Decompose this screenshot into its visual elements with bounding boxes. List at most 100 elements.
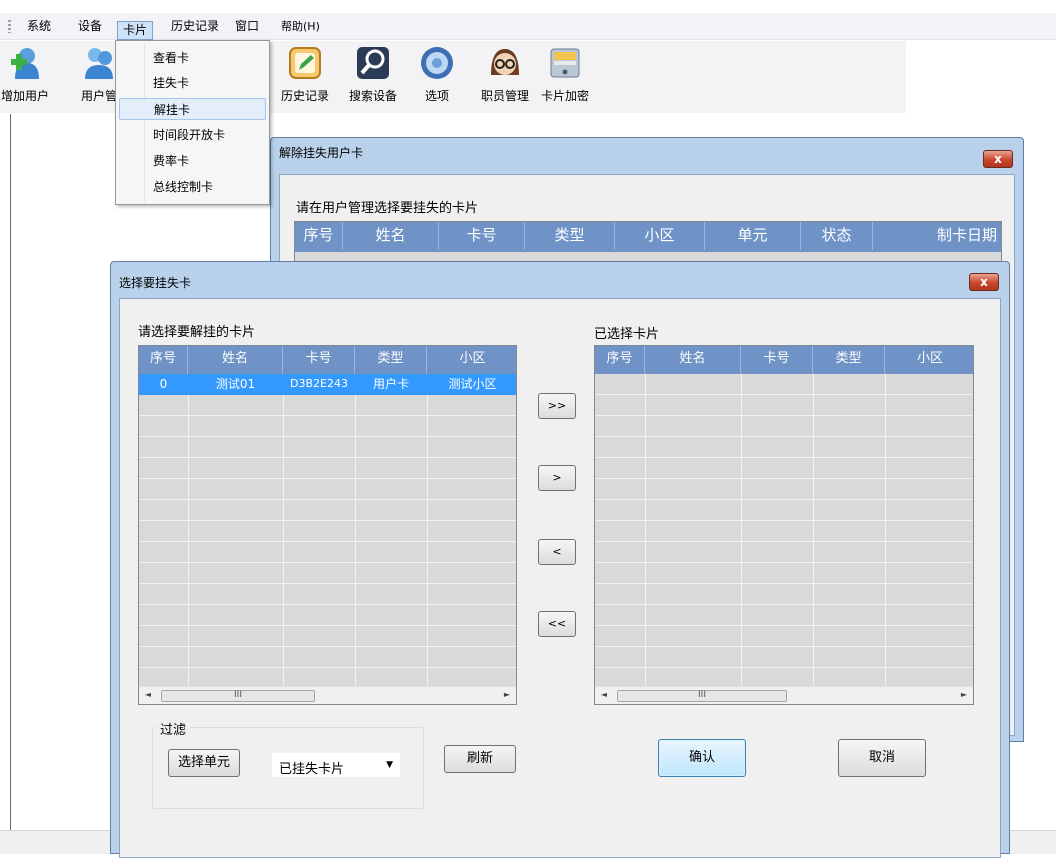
column-header[interactable]: 制卡日期 xyxy=(873,222,1001,250)
move-all-left-button[interactable]: << xyxy=(538,611,576,637)
menu-item-bus-control-card[interactable]: 总线控制卡 xyxy=(119,176,266,198)
column-header[interactable]: 卡号 xyxy=(439,222,525,250)
cell-name: 测试01 xyxy=(215,377,256,391)
unlock-card-dialog-title: 解除挂失用户卡 xyxy=(279,146,364,160)
horizontal-scrollbar[interactable]: ◄ III ► xyxy=(595,686,973,704)
toolbar-label: 搜索设备 xyxy=(348,89,397,103)
toolbar-staff-button[interactable]: 职员管理 xyxy=(474,45,536,104)
column-header[interactable]: 序号 xyxy=(595,346,645,374)
refresh-button[interactable]: 刷新 xyxy=(444,745,516,773)
column-header[interactable]: 小区 xyxy=(885,346,973,374)
scroll-right-icon[interactable]: ► xyxy=(501,689,513,701)
table-row[interactable] xyxy=(139,479,516,500)
menu-history[interactable]: 历史记录 xyxy=(166,18,224,37)
table-row[interactable] xyxy=(595,563,973,584)
table-row[interactable] xyxy=(139,521,516,542)
scroll-left-icon[interactable]: ◄ xyxy=(598,689,610,701)
move-left-button[interactable]: < xyxy=(538,539,576,565)
scroll-right-icon[interactable]: ► xyxy=(958,689,970,701)
chevron-down-icon[interactable]: ▼ xyxy=(386,760,393,770)
toolbar-card-encrypt-button[interactable]: 卡片加密 xyxy=(540,45,590,104)
available-cards-table: 序号 姓名 卡号 类型 小区 0 测试01 D3B2E243 用户卡 测试小区 xyxy=(138,345,517,705)
table-row[interactable] xyxy=(139,458,516,479)
menu-item-rate-card[interactable]: 费率卡 xyxy=(119,150,266,172)
column-header[interactable]: 姓名 xyxy=(343,222,439,250)
column-header[interactable]: 单元 xyxy=(705,222,801,250)
add-user-icon xyxy=(7,45,43,81)
toolbar-label: 选项 xyxy=(424,89,449,103)
main-area-border xyxy=(10,114,11,830)
select-card-dialog-title: 选择要挂失卡 xyxy=(119,276,192,290)
table-row[interactable] xyxy=(595,521,973,542)
select-card-dialog-body: 请选择要解挂的卡片 已选择卡片 序号 姓名 卡号 类型 小区 0 测试01 D3… xyxy=(119,298,1001,858)
select-unit-button[interactable]: 选择单元 xyxy=(168,749,240,777)
toolbar-add-user-button[interactable]: 增加用户 xyxy=(0,45,50,104)
filter-combo[interactable]: 已挂失卡片 ▼ xyxy=(272,753,400,777)
table-header: 序号 姓名 卡号 类型 小区 xyxy=(139,346,516,374)
selected-cards-table: 序号 姓名 卡号 类型 小区 ◄ III ► xyxy=(594,345,974,705)
column-header[interactable]: 姓名 xyxy=(645,346,741,374)
table-row[interactable] xyxy=(139,584,516,605)
table-row[interactable] xyxy=(595,584,973,605)
table-row[interactable] xyxy=(139,542,516,563)
horizontal-scrollbar[interactable]: ◄ III ► xyxy=(139,686,516,704)
move-all-right-button[interactable]: >> xyxy=(538,393,576,419)
cell-type: 用户卡 xyxy=(372,377,409,391)
menu-system[interactable]: 系统 xyxy=(22,18,56,37)
cancel-button[interactable]: 取消 xyxy=(838,739,926,777)
menu-item-time-open-card[interactable]: 时间段开放卡 xyxy=(119,124,266,146)
column-header[interactable]: 卡号 xyxy=(283,346,355,374)
scroll-thumb[interactable]: III xyxy=(617,690,787,702)
table-row[interactable] xyxy=(139,395,516,416)
menu-device[interactable]: 设备 xyxy=(73,18,107,37)
column-header[interactable]: 序号 xyxy=(139,346,188,374)
table-row[interactable] xyxy=(595,479,973,500)
column-header[interactable]: 类型 xyxy=(813,346,885,374)
confirm-button[interactable]: 确认 xyxy=(658,739,746,777)
column-header[interactable]: 类型 xyxy=(355,346,427,374)
table-row[interactable] xyxy=(595,437,973,458)
table-row[interactable] xyxy=(139,647,516,668)
column-header[interactable]: 小区 xyxy=(615,222,705,250)
filter-legend: 过滤 xyxy=(156,719,191,738)
close-button[interactable]: x xyxy=(983,150,1013,168)
menu-window[interactable]: 窗口 xyxy=(230,18,264,37)
close-button[interactable]: x xyxy=(969,273,999,291)
table-row[interactable] xyxy=(595,647,973,668)
toolbar-options-button[interactable]: 选项 xyxy=(418,45,456,104)
table-row[interactable] xyxy=(595,500,973,521)
menu-item-lost-card[interactable]: 挂失卡 xyxy=(119,72,266,94)
column-header[interactable]: 类型 xyxy=(525,222,615,250)
table-row[interactable] xyxy=(595,605,973,626)
menu-item-view-card[interactable]: 查看卡 xyxy=(119,47,266,69)
table-row[interactable] xyxy=(139,500,516,521)
options-icon xyxy=(419,45,455,81)
table-row[interactable] xyxy=(139,605,516,626)
column-header[interactable]: 卡号 xyxy=(741,346,813,374)
table-row[interactable] xyxy=(595,416,973,437)
toolbar-search-device-button[interactable]: 搜索设备 xyxy=(342,45,404,104)
table-row[interactable] xyxy=(595,542,973,563)
table-row[interactable] xyxy=(139,563,516,584)
table-row[interactable] xyxy=(139,626,516,647)
column-header[interactable]: 小区 xyxy=(427,346,516,374)
toolbar-history-button[interactable]: 历史记录 xyxy=(274,45,336,104)
table-row[interactable]: 0 测试01 D3B2E243 用户卡 测试小区 xyxy=(139,374,516,395)
scroll-left-icon[interactable]: ◄ xyxy=(142,689,154,701)
column-header[interactable]: 姓名 xyxy=(188,346,283,374)
menu-card[interactable]: 卡片 xyxy=(117,21,154,40)
scroll-thumb[interactable]: III xyxy=(161,690,315,702)
table-row[interactable] xyxy=(139,437,516,458)
table-row[interactable] xyxy=(595,395,973,416)
table-row[interactable] xyxy=(595,626,973,647)
table-row[interactable] xyxy=(139,416,516,437)
column-header[interactable]: 序号 xyxy=(295,222,343,250)
menu-help[interactable]: 帮助(H) xyxy=(276,18,325,37)
table-row[interactable] xyxy=(595,458,973,479)
table-row[interactable] xyxy=(595,374,973,395)
column-header[interactable]: 状态 xyxy=(801,222,873,250)
toolbar-user-manage-button[interactable]: 用户管 xyxy=(79,45,119,104)
toolbar-label: 历史记录 xyxy=(280,89,329,103)
move-right-button[interactable]: > xyxy=(538,465,576,491)
menu-item-unlock-card[interactable]: 解挂卡 xyxy=(119,98,266,120)
